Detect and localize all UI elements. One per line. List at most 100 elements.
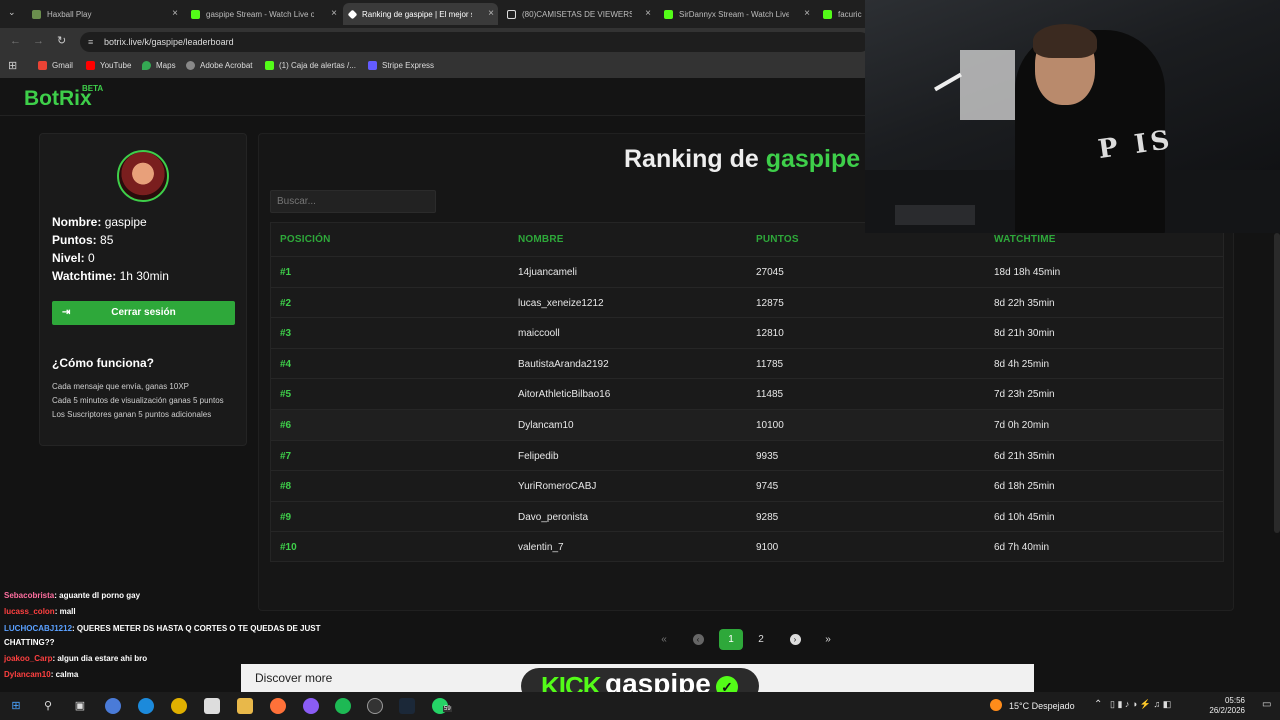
chat-username: lucass_colon [4, 607, 55, 616]
bookmark-label: Maps [156, 61, 176, 70]
cell-name: Felipedib [518, 450, 559, 462]
date: 26/2/2026 [1209, 706, 1245, 715]
close-icon[interactable]: × [331, 8, 337, 19]
clock[interactable]: 05:56 26/2/2026 [1205, 696, 1245, 716]
search-icon[interactable]: ⚲ [40, 698, 56, 714]
cell-points: 9100 [756, 542, 779, 554]
url-field[interactable]: ≡ botrix.live/k/gaspipe/leaderboard [80, 32, 870, 52]
tray-icons[interactable]: ▯ ▮ ♪ ◑ ⚡ ♫ ◧ [1110, 699, 1171, 710]
first-page-button[interactable]: « [652, 629, 676, 650]
profile-points: Puntos: 85 [52, 233, 113, 247]
chat-username: LUCHOCABJ1212 [4, 624, 73, 633]
spotify-icon[interactable] [335, 698, 351, 714]
table-row: #6 Dylancam10 10100 7d 0h 20min [271, 409, 1223, 440]
level-value: 0 [88, 251, 95, 265]
store-icon[interactable] [204, 698, 220, 714]
column-header-name: NOMBRE [518, 234, 564, 245]
folder-icon[interactable] [237, 698, 253, 714]
discord-icon[interactable] [303, 698, 319, 714]
close-icon[interactable]: × [488, 8, 494, 19]
streamer-hair [1033, 24, 1097, 58]
watchtime-value: 1h 30min [119, 269, 169, 283]
chat-text: : algun dia estare ahi bro [52, 654, 148, 663]
site-info-icon[interactable]: ≡ [88, 32, 93, 52]
cell-name: YuriRomeroCABJ [518, 481, 597, 493]
bookmark-adobe[interactable]: Adobe Acrobat [186, 61, 252, 70]
bookmark-stripe[interactable]: Stripe Express [368, 61, 434, 70]
steam-icon[interactable] [399, 698, 415, 714]
chat-message: CHATTING?? [4, 638, 55, 647]
cell-position: #7 [280, 450, 292, 462]
tiktok-icon [507, 9, 516, 19]
tab-label: facuric [838, 9, 862, 19]
windows-start-icon[interactable]: ⊞ [8, 698, 24, 714]
tab-search-icon[interactable]: ⌄ [8, 7, 16, 18]
tab-ranking[interactable]: Ranking de gaspipe | El mejor s × [343, 3, 498, 25]
chat-message: Sebacobrista: aguante dl porno gay [4, 591, 140, 600]
time: 05:56 [1224, 696, 1245, 705]
close-icon[interactable]: × [645, 8, 651, 19]
chat-message: LUCHOCABJ1212: QUERES METER DS HASTA Q C… [4, 624, 321, 633]
cell-points: 27045 [756, 267, 784, 278]
tab-label: (80)CAMISETAS DE VIEWERS P [522, 9, 632, 19]
weather-text[interactable]: 15°C Despejado [1009, 701, 1075, 711]
gmail-icon [38, 61, 47, 70]
back-icon[interactable]: ← [10, 35, 21, 47]
cell-watchtime: 6d 18h 25min [994, 481, 1055, 493]
chat-username: Dylancam10 [4, 670, 51, 679]
search-input[interactable] [270, 190, 436, 213]
chat-message: Dylancam10: calma [4, 670, 78, 679]
bookmark-youtube[interactable]: YouTube [86, 61, 131, 70]
tab-facurio[interactable]: facuric [817, 3, 865, 25]
bookmark-label: Adobe Acrobat [200, 61, 253, 70]
copilot-icon[interactable] [105, 698, 121, 714]
how-it-works-title: ¿Cómo funciona? [52, 356, 154, 370]
how-line: Los Suscriptores ganan 5 puntos adiciona… [52, 410, 212, 419]
prev-page-button[interactable]: ‹ [686, 629, 710, 650]
logout-label: Cerrar sesión [111, 307, 176, 318]
page-1-button[interactable]: 1 [719, 629, 743, 650]
kick-icon [823, 9, 832, 19]
forward-icon[interactable]: → [33, 35, 44, 47]
points-label: Puntos: [52, 233, 97, 247]
task-view-icon[interactable]: ▣ [72, 698, 88, 714]
notifications-icon[interactable]: ▭ [1262, 699, 1271, 710]
last-page-button[interactable]: » [816, 629, 840, 650]
column-header-points: PUNTOS [756, 234, 799, 245]
cell-watchtime: 8d 21h 30min [994, 328, 1055, 340]
profile-level: Nivel: 0 [52, 251, 95, 265]
close-icon[interactable]: × [804, 8, 810, 19]
edge-icon[interactable] [138, 698, 154, 714]
chevron-up-icon[interactable]: ⌃ [1094, 699, 1102, 710]
bookmark-maps[interactable]: Maps [142, 61, 176, 70]
table-row: #7 Felipedib 9935 6d 21h 35min [271, 439, 1223, 471]
points-value: 85 [100, 233, 114, 247]
bookmark-label: Gmail [52, 61, 73, 70]
sign-out-icon: ⇥ [62, 307, 71, 318]
reload-icon[interactable]: ↻ [57, 34, 66, 47]
kick-icon [664, 9, 673, 19]
bookmark-gmail[interactable]: Gmail [38, 61, 73, 70]
how-line: Cada mensaje que envía, ganas 10XP [52, 382, 189, 391]
logout-button[interactable]: ⇥ Cerrar sesión [52, 301, 235, 325]
scrollbar[interactable] [1274, 233, 1280, 533]
tab-haxball[interactable]: Haxball Play × [26, 3, 182, 25]
watchtime-label: Watchtime: [52, 269, 117, 283]
cell-watchtime: 6d 21h 35min [994, 450, 1055, 462]
obs-icon[interactable] [367, 698, 383, 714]
cell-position: #6 [280, 420, 292, 431]
page-2-button[interactable]: 2 [749, 629, 773, 650]
cell-name: lucas_xeneize1212 [518, 297, 604, 309]
firefox-icon[interactable] [270, 698, 286, 714]
tab-gaspipe-stream[interactable]: gaspipe Stream - Watch Live on × [185, 3, 341, 25]
tab-sirdannyx[interactable]: SirDannyx Stream - Watch Live × [658, 3, 814, 25]
table-row: #8 YuriRomeroCABJ 9745 6d 18h 25min [271, 470, 1223, 501]
beta-badge: BETA [82, 84, 104, 93]
apps-grid-icon[interactable]: ⊞ [8, 59, 17, 72]
bookmark-alertas[interactable]: (1) Caja de alertas /... [265, 61, 356, 70]
next-page-button[interactable]: › [783, 629, 807, 650]
chat-username: Sebacobrista [4, 591, 55, 600]
chrome-icon[interactable] [171, 698, 187, 714]
tab-camisetas[interactable]: (80)CAMISETAS DE VIEWERS P × [501, 3, 655, 25]
close-icon[interactable]: × [172, 8, 178, 19]
